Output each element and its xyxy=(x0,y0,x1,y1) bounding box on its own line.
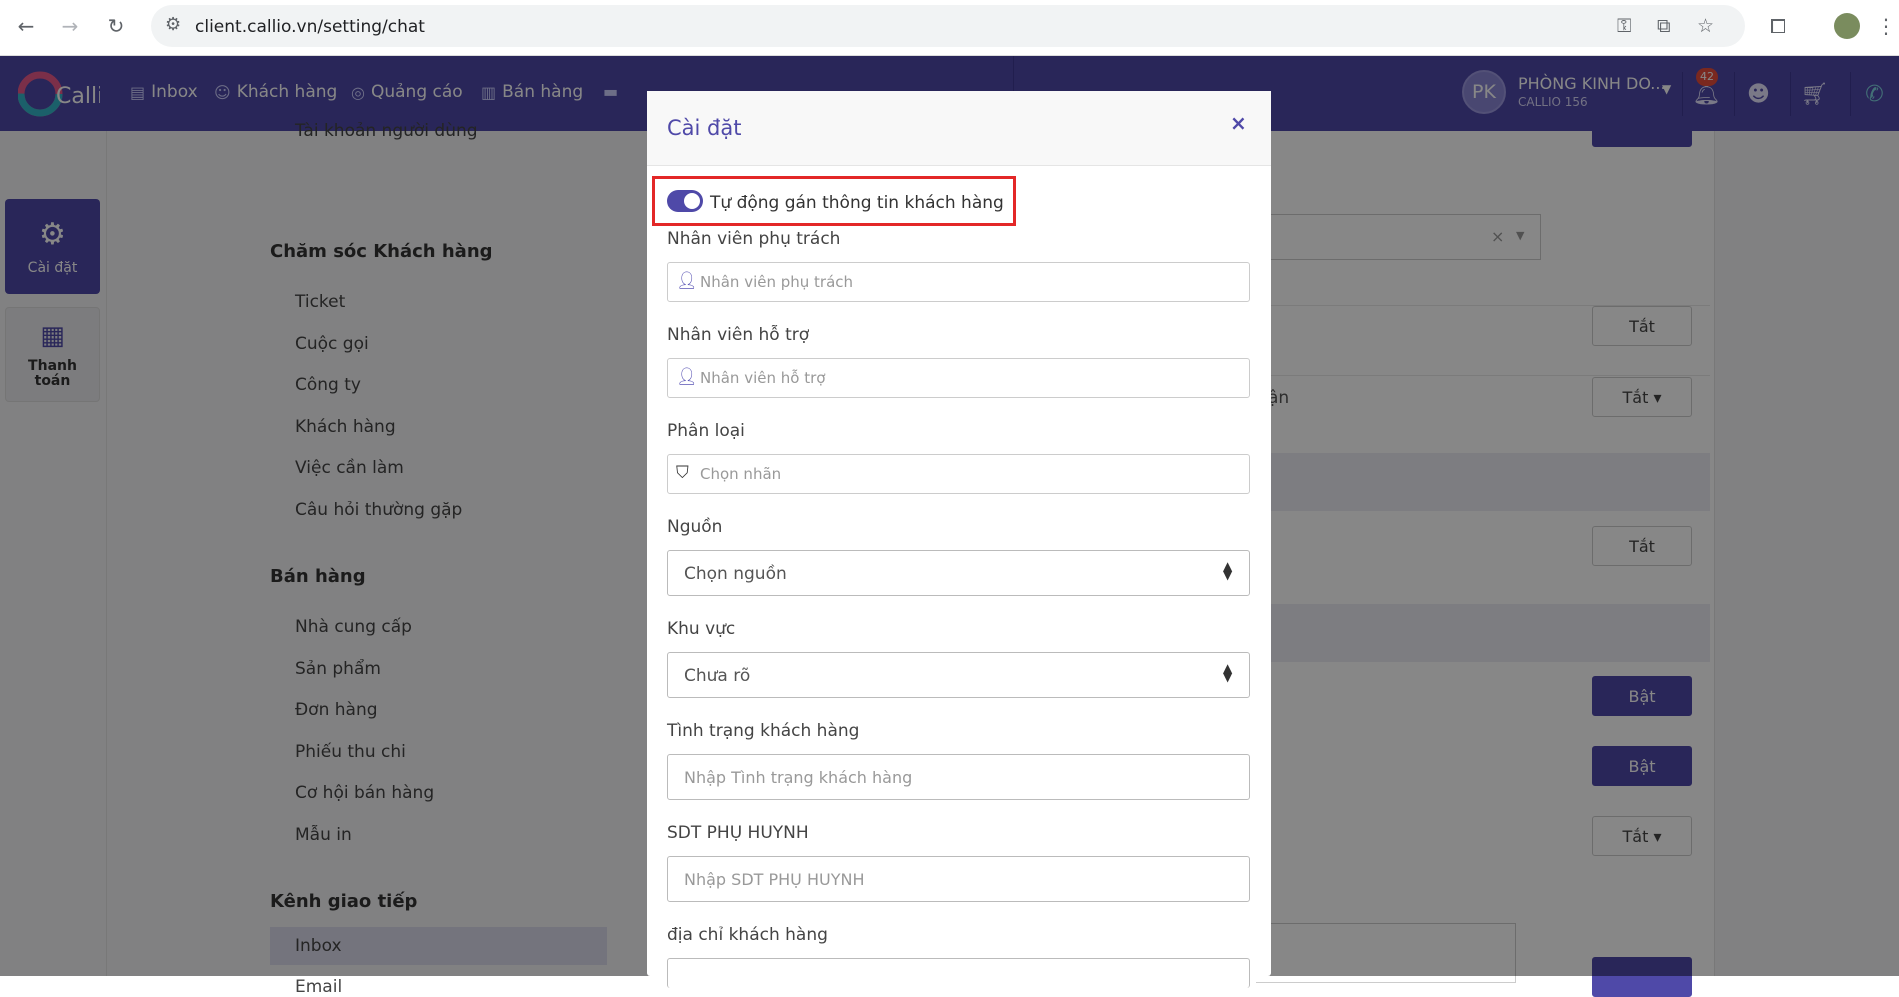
forward-icon[interactable]: → xyxy=(56,12,84,40)
profile-avatar[interactable] xyxy=(1834,13,1860,39)
more-menu-icon[interactable]: ⋮ xyxy=(1872,12,1899,40)
extensions-icon[interactable]: ⧠ xyxy=(1764,12,1792,40)
field-label: địa chỉ khách hàng xyxy=(667,925,828,945)
field-label: SDT PHỤ HUYNH xyxy=(667,823,809,843)
tag-select-input[interactable]: ⛉ Chọn nhãn xyxy=(667,454,1250,494)
site-info-icon[interactable]: ⚙ xyxy=(165,14,181,35)
field-label: Tình trạng khách hàng xyxy=(667,721,860,741)
field-label: Khu vực xyxy=(667,619,736,639)
auto-assign-label: Tự động gán thông tin khách hàng xyxy=(710,193,1004,213)
modal-header: Cài đặt × xyxy=(647,91,1271,166)
select-arrows-icon: ▲ ▼ xyxy=(1223,661,1233,684)
user-icon: 👤︎ xyxy=(676,271,698,291)
tags-icon: ⛉ xyxy=(676,463,689,483)
settings-modal: Cài đặt × Tự động gán thông tin khách hà… xyxy=(647,91,1271,988)
password-key-icon[interactable]: ⚿ xyxy=(1617,15,1631,37)
auto-assign-toggle[interactable] xyxy=(667,190,703,212)
menu-item-email[interactable]: Email xyxy=(295,977,342,997)
modal-title: Cài đặt xyxy=(667,116,742,140)
customer-address-input[interactable] xyxy=(667,958,1250,988)
select-arrows-icon: ▲ ▼ xyxy=(1223,559,1233,582)
toggle-knob xyxy=(684,193,700,209)
field-label: Nguồn xyxy=(667,517,723,537)
customer-status-input[interactable]: Nhập Tình trạng khách hàng xyxy=(667,754,1250,800)
field-label: Nhân viên hỗ trợ xyxy=(667,325,810,345)
parent-phone-input[interactable]: Nhập SDT PHỤ HUYNH xyxy=(667,856,1250,902)
install-app-icon[interactable]: ⧉ xyxy=(1657,15,1671,37)
assignee-input[interactable]: 👤︎ Nhân viên phụ trách xyxy=(667,262,1250,302)
region-select[interactable]: Chưa rõ ▲ ▼ xyxy=(667,652,1250,698)
address-bar[interactable]: ⚙ client.callio.vn/setting/chat ⚿ ⧉ ☆ xyxy=(151,5,1745,47)
reload-icon[interactable]: ↻ xyxy=(102,12,130,40)
support-staff-input[interactable]: 👤︎ Nhân viên hỗ trợ xyxy=(667,358,1250,398)
close-icon[interactable]: × xyxy=(1230,111,1247,135)
field-label: Nhân viên phụ trách xyxy=(667,229,841,249)
back-icon[interactable]: ← xyxy=(12,12,40,40)
url-text: client.callio.vn/setting/chat xyxy=(195,17,425,37)
field-label: Phân loại xyxy=(667,421,745,441)
bookmark-star-icon[interactable]: ☆ xyxy=(1697,15,1714,37)
user-icon: 👤︎ xyxy=(676,367,698,387)
browser-toolbar: ← → ↻ ⚙ client.callio.vn/setting/chat ⚿ … xyxy=(0,0,1899,56)
source-select[interactable]: Chọn nguồn ▲ ▼ xyxy=(667,550,1250,596)
